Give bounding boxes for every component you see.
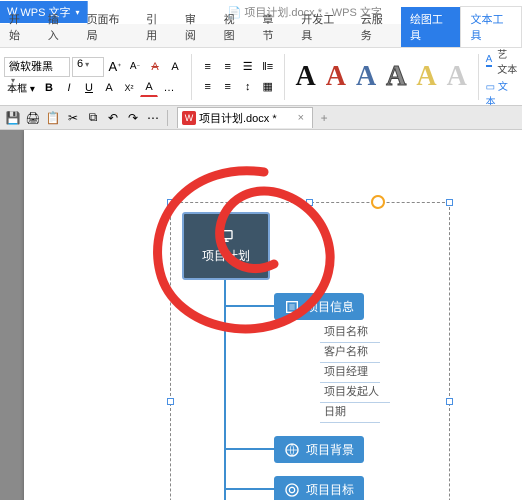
- resize-handle-ne[interactable]: [446, 199, 453, 206]
- justify-button[interactable]: ≡: [219, 78, 237, 96]
- divider: [478, 54, 479, 100]
- text-direction-button[interactable]: ↕: [239, 78, 257, 96]
- monitor-icon: [218, 228, 234, 244]
- tab-cloud[interactable]: 云服务: [352, 7, 401, 47]
- tab-sections[interactable]: 章节: [253, 7, 292, 47]
- bold-button[interactable]: B: [40, 79, 58, 97]
- shading-button[interactable]: ▦: [259, 78, 277, 96]
- target-icon: [284, 482, 300, 498]
- wordart-style-4[interactable]: A: [382, 61, 410, 93]
- clear-format-button[interactable]: A: [146, 58, 164, 76]
- save-button[interactable]: 💾: [4, 109, 22, 127]
- rotate-handle[interactable]: [371, 195, 385, 209]
- ribbon-tabs: 开始 插入 页面布局 引用 审阅 视图 章节 开发工具 云服务 绘图工具 文本工…: [0, 24, 522, 48]
- font-size-select[interactable]: 6▾: [72, 57, 104, 77]
- change-case-button[interactable]: A: [166, 58, 184, 76]
- paste-button[interactable]: 📋: [44, 109, 62, 127]
- tab-layout[interactable]: 页面布局: [78, 7, 138, 47]
- resize-handle-w[interactable]: [167, 398, 174, 405]
- new-tab-button[interactable]: +: [315, 109, 333, 127]
- align-center-button[interactable]: ≡: [219, 58, 237, 76]
- print-button[interactable]: 🖨: [24, 109, 42, 127]
- page: 项目计划 项目信息 项目名称 客户名称 项目经理 项目发起人 日期 项目背景 项…: [24, 130, 522, 500]
- connector-v: [224, 280, 226, 500]
- info-item-3[interactable]: 项目发起人: [320, 382, 390, 403]
- copy-button[interactable]: ⧉: [84, 109, 102, 127]
- tab-home[interactable]: 开始: [0, 7, 39, 47]
- wordart-style-6[interactable]: A: [443, 61, 471, 93]
- tab-text-tools[interactable]: 文本工具: [460, 6, 522, 47]
- divider: [167, 110, 168, 126]
- strikethrough-button[interactable]: A: [100, 79, 118, 97]
- italic-button[interactable]: I: [60, 79, 78, 97]
- redo-button[interactable]: ↷: [124, 109, 142, 127]
- bg-node-label: 项目背景: [306, 441, 354, 458]
- diagram-bg-node[interactable]: 项目背景: [274, 436, 364, 463]
- info-item-0[interactable]: 项目名称: [320, 322, 380, 343]
- wordart-style-1[interactable]: A: [291, 61, 319, 93]
- quick-access-bar: 💾 🖨 📋 ✂ ⧉ ↶ ↷ ⋯ W 项目计划.docx * × +: [0, 106, 522, 130]
- connector-h3: [224, 488, 274, 490]
- wordart-style-2[interactable]: A: [322, 61, 350, 93]
- underline-button[interactable]: U: [80, 79, 98, 97]
- info-item-4[interactable]: 日期: [320, 402, 380, 423]
- grow-font-button[interactable]: A⁺: [106, 58, 124, 76]
- wordart-style-3[interactable]: A: [352, 61, 380, 93]
- bullet-button[interactable]: ☰: [239, 58, 257, 76]
- ribbon: 微软雅黑▾ 6▾ A⁺ A⁻ A A 本框 ▾ B I U A X² A … ≡…: [0, 48, 522, 106]
- info-node-label: 项目信息: [306, 298, 354, 315]
- globe-icon: [284, 442, 300, 458]
- diagram-main-node[interactable]: 项目计划: [182, 212, 270, 280]
- line-spacing-button[interactable]: ‖≡: [259, 58, 277, 76]
- goal-node-label: 项目目标: [306, 481, 354, 498]
- tab-insert[interactable]: 插入: [39, 7, 78, 47]
- font-color-button[interactable]: A: [140, 79, 158, 97]
- font-name-select[interactable]: 微软雅黑▾: [4, 57, 70, 77]
- document-tab-name: 项目计划.docx *: [199, 110, 277, 126]
- qa-more-button[interactable]: ⋯: [144, 109, 162, 127]
- info-item-2[interactable]: 项目经理: [320, 362, 380, 383]
- text-shape-button[interactable]: ▭ 文本: [486, 78, 518, 107]
- wordart-style-5[interactable]: A: [412, 61, 440, 93]
- tab-view[interactable]: 视图: [215, 7, 254, 47]
- list-icon: [284, 299, 300, 315]
- wps-doc-icon: W: [182, 111, 196, 125]
- document-canvas[interactable]: 项目计划 项目信息 项目名称 客户名称 项目经理 项目发起人 日期 项目背景 项…: [0, 130, 522, 500]
- resize-handle-n[interactable]: [306, 199, 313, 206]
- align-left-button[interactable]: ≡: [199, 58, 217, 76]
- diagram-goal-node[interactable]: 项目目标: [274, 476, 364, 500]
- shrink-font-button[interactable]: A⁻: [126, 58, 144, 76]
- document-tab[interactable]: W 项目计划.docx * ×: [177, 107, 313, 128]
- resize-handle-nw[interactable]: [167, 199, 174, 206]
- more-font-button[interactable]: …: [160, 79, 178, 97]
- divider: [284, 54, 285, 100]
- cut-button[interactable]: ✂: [64, 109, 82, 127]
- info-item-1[interactable]: 客户名称: [320, 342, 380, 363]
- tab-references[interactable]: 引用: [137, 7, 176, 47]
- close-tab-icon[interactable]: ×: [298, 112, 304, 124]
- main-node-label: 项目计划: [202, 247, 250, 264]
- wordart-outline-button[interactable]: A艺 文本: [486, 48, 518, 76]
- connector-h2: [224, 448, 274, 450]
- resize-handle-e[interactable]: [446, 398, 453, 405]
- diagram-info-node[interactable]: 项目信息: [274, 293, 364, 320]
- superscript-button[interactable]: X²: [120, 79, 138, 97]
- tab-drawing[interactable]: 绘图工具: [401, 7, 461, 47]
- tab-developer[interactable]: 开发工具: [292, 7, 352, 47]
- align-right-button[interactable]: ≡: [199, 78, 217, 96]
- divider: [191, 54, 192, 100]
- undo-button[interactable]: ↶: [104, 109, 122, 127]
- tab-review[interactable]: 审阅: [176, 7, 215, 47]
- connector-h1: [224, 305, 274, 307]
